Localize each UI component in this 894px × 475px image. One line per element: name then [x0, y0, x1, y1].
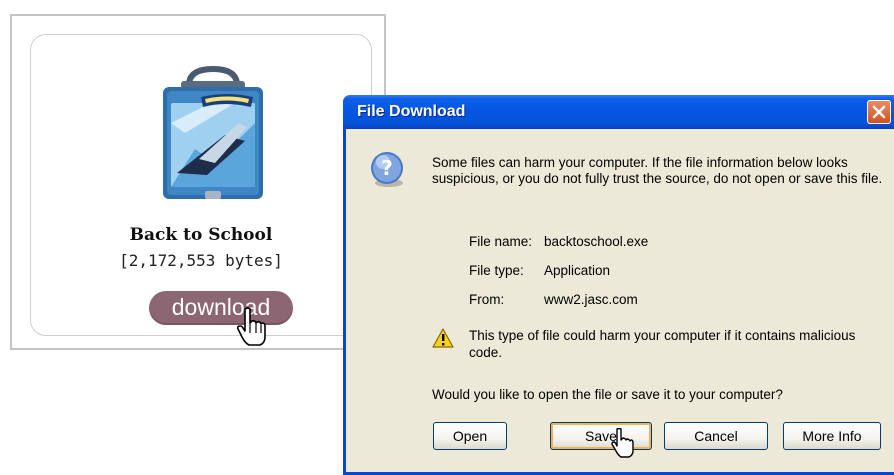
- question-icon: ?: [371, 152, 403, 187]
- file-download-dialog: File Download ? Some files can harm your…: [343, 95, 894, 475]
- file-from-label: From:: [469, 292, 505, 307]
- cancel-button[interactable]: Cancel: [664, 422, 768, 450]
- download-card-frame: Back to School [2,172,553 bytes] downloa…: [10, 14, 386, 350]
- harm-warning-text: This type of file could harm your comput…: [469, 328, 856, 360]
- open-button[interactable]: Open: [433, 422, 507, 450]
- file-size: [2,172,553 bytes]: [119, 251, 283, 270]
- lunchbox-image: [163, 65, 263, 199]
- warning-message: Some files can harm your computer. If th…: [432, 155, 883, 186]
- file-type-value: Application: [544, 263, 611, 278]
- file-name-label: File name:: [469, 234, 533, 249]
- hand-cursor-icon: [611, 428, 634, 458]
- dialog-title: File Download: [357, 103, 466, 120]
- close-icon: [872, 105, 886, 119]
- file-title: Back to School: [129, 225, 273, 245]
- download-button[interactable]: download: [149, 291, 293, 325]
- svg-text:?: ?: [381, 156, 393, 180]
- open-or-save-question: Would you like to open the file or save …: [432, 387, 783, 402]
- dialog-titlebar[interactable]: File Download: [343, 95, 894, 129]
- file-from-value: www2.jasc.com: [544, 292, 638, 307]
- download-card: Back to School [2,172,553 bytes] downloa…: [30, 34, 372, 346]
- file-type-label: File type:: [469, 263, 524, 278]
- more-info-button[interactable]: More Info: [783, 422, 881, 450]
- close-button[interactable]: [867, 100, 891, 124]
- hand-cursor-icon: [236, 307, 266, 346]
- file-name-value: backtoschool.exe: [544, 234, 649, 249]
- warning-icon: [432, 328, 454, 348]
- save-button[interactable]: Save: [550, 422, 652, 450]
